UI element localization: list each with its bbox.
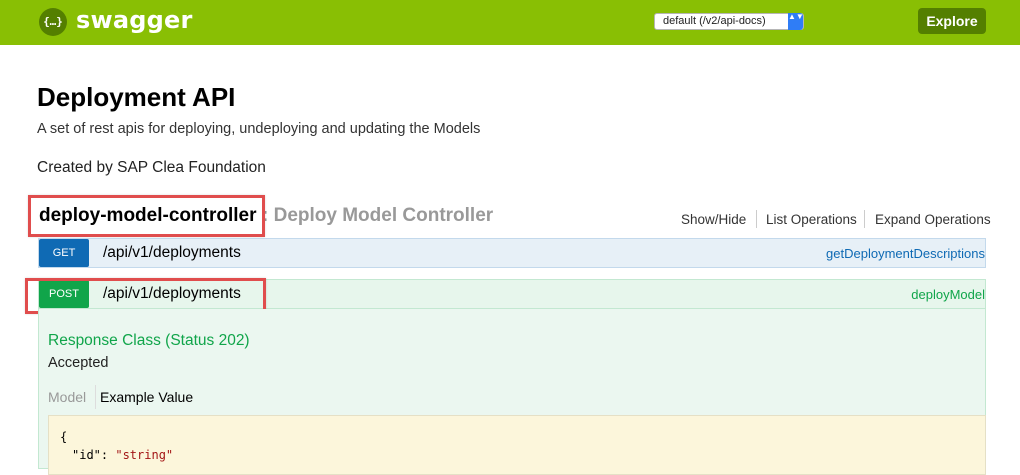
api-description: A set of rest apis for deploying, undepl… [37,121,481,137]
code-key: "id": [72,448,116,462]
operation-nickname[interactable]: deployModel [911,287,985,302]
api-title: Deployment API [37,82,236,112]
example-value-code[interactable]: { "id": "string" [48,415,986,475]
tab-model[interactable]: Model [48,389,86,405]
api-spec-select-value: default (/v2/api-docs) [663,15,766,27]
show-hide-link[interactable]: Show/Hide [681,212,746,227]
method-badge-get[interactable]: GET [39,239,89,267]
ops-divider [864,210,865,228]
tab-example-value[interactable]: Example Value [100,389,193,405]
api-created-by: Created by SAP Clea Foundation [37,159,266,176]
tab-divider [95,385,96,409]
ops-divider [756,210,757,228]
expand-operations-link[interactable]: Expand Operations [875,212,991,227]
select-arrows-icon: ▲▼ [788,13,804,30]
code-string: "string" [115,448,174,462]
explore-button[interactable]: Explore [918,8,986,34]
swagger-logo-icon: {…} [39,8,67,36]
list-operations-link[interactable]: List Operations [766,212,857,227]
top-bar: {…} swagger default (/v2/api-docs) ▲▼ Ex… [0,0,1020,45]
response-class-heading: Response Class (Status 202) [48,332,250,349]
brand-name: swagger [76,6,193,34]
code-line: "id": "string" [72,448,173,462]
highlight-box-resource [28,195,265,237]
operation-nickname[interactable]: getDeploymentDescriptions [826,246,985,261]
code-line: { [60,430,68,444]
response-description: Accepted [48,355,109,371]
api-spec-select[interactable]: default (/v2/api-docs) ▲▼ [654,13,804,30]
resource-subtitle: : Deploy Model Controller [262,205,494,226]
operation-path[interactable]: /api/v1/deployments [103,244,241,262]
operation-get-row[interactable]: GET /api/v1/deployments getDeploymentDes… [38,238,986,268]
